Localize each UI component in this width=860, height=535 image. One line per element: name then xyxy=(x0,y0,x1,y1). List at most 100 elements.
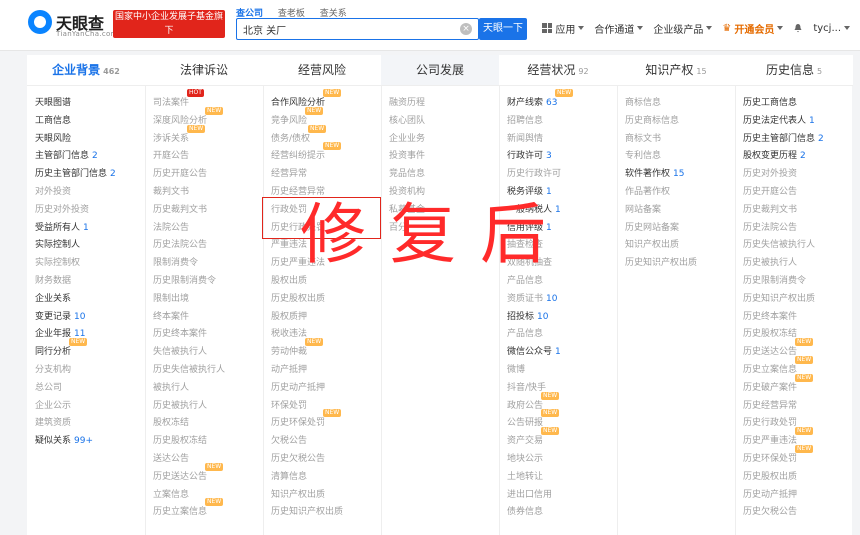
menu-item[interactable]: 进出口信用 xyxy=(507,487,617,505)
menu-item[interactable]: 限制出境 xyxy=(153,291,263,309)
menu-item[interactable]: 历史动产抵押 xyxy=(743,487,853,505)
menu-item[interactable]: 专利信息 xyxy=(625,148,735,166)
menu-item[interactable]: 地块公示 xyxy=(507,451,617,469)
menu-item[interactable]: 历史开庭公告 xyxy=(153,166,263,184)
search-input[interactable]: 北京 关厂 × xyxy=(236,18,479,40)
menu-item[interactable]: 历史限制消费令 xyxy=(153,273,263,291)
menu-item[interactable]: 抖音/快手 xyxy=(507,380,617,398)
menu-item[interactable]: 历史环保处罚 NEW xyxy=(271,409,381,433)
menu-item[interactable]: 主管部门信息 2 xyxy=(35,148,145,166)
logo[interactable]: 天眼查 TianYanCha.com xyxy=(28,10,117,42)
menu-item[interactable]: 产品信息 xyxy=(507,326,617,344)
menu-item[interactable]: 历史裁判文书 xyxy=(743,202,853,220)
menu-item[interactable]: 资质证书 10 xyxy=(507,291,617,309)
menu-item[interactable]: 裁判文书 xyxy=(153,184,263,202)
menu-item[interactable]: 新闻舆情 xyxy=(507,131,617,149)
nav-vip[interactable]: ♛ 开通会员 xyxy=(722,21,784,36)
menu-item[interactable]: 历史对外投资 xyxy=(35,202,145,220)
menu-item[interactable]: 历史裁判文书 xyxy=(153,202,263,220)
menu-item[interactable]: 企业关系 xyxy=(35,291,145,309)
menu-item[interactable]: 经营异常 xyxy=(271,166,381,184)
menu-item[interactable]: 行政许可 3 xyxy=(507,148,617,166)
menu-item[interactable]: 开庭公告 xyxy=(153,148,263,166)
menu-item[interactable]: 历史股权出质 xyxy=(743,469,853,487)
menu-item[interactable]: 历史网站备案 xyxy=(625,220,735,238)
search-button[interactable]: 天眼一下 xyxy=(479,18,527,40)
menu-item[interactable]: 软件著作权 15 xyxy=(625,166,735,184)
menu-item[interactable]: 欠税公告 xyxy=(271,433,381,451)
menu-item[interactable]: 清算信息 xyxy=(271,469,381,487)
menu-item[interactable]: 分支机构 xyxy=(35,362,145,380)
clear-icon[interactable]: × xyxy=(460,23,472,35)
column-header[interactable]: 知识产权 15 xyxy=(617,55,735,86)
menu-item[interactable]: 投资事件 xyxy=(389,148,499,166)
menu-item[interactable]: 历史开庭公告 xyxy=(743,184,853,202)
menu-item[interactable]: 历史股权冻结 xyxy=(153,433,263,451)
menu-item[interactable]: 同行分析 NEW xyxy=(35,338,145,362)
menu-item[interactable]: 实际控制人 xyxy=(35,237,145,255)
menu-item[interactable]: 合作风险分析 NEW xyxy=(271,89,381,113)
user-menu[interactable]: tycj... xyxy=(813,23,850,34)
menu-item[interactable]: 历史股权出质 xyxy=(271,291,381,309)
column-header[interactable]: 经营风险 xyxy=(263,55,381,86)
menu-item[interactable]: 股权变更历程 2 xyxy=(743,148,853,166)
menu-item[interactable]: 商标文书 xyxy=(625,131,735,149)
menu-item[interactable]: 股权质押 xyxy=(271,309,381,327)
menu-item[interactable]: 网站备案 xyxy=(625,202,735,220)
menu-item[interactable]: 天眼风险 xyxy=(35,131,145,149)
menu-item[interactable]: 法院公告 xyxy=(153,220,263,238)
menu-item[interactable]: 历史立案信息 NEW xyxy=(153,498,263,522)
menu-item[interactable]: 历史送达公告 NEW xyxy=(153,462,263,487)
menu-item[interactable]: 深度风险分析 NEW xyxy=(153,106,263,131)
menu-item[interactable]: 土地转让 xyxy=(507,469,617,487)
nav-enterprise[interactable]: 企业级产品 xyxy=(653,21,713,36)
column-header[interactable]: 历史信息 5 xyxy=(735,55,853,86)
menu-item[interactable]: 历史法院公告 xyxy=(743,220,853,238)
menu-item[interactable]: 历史知识产权出质 xyxy=(271,504,381,522)
menu-item[interactable]: 历史欠税公告 xyxy=(743,504,853,522)
menu-item[interactable]: 对外投资 xyxy=(35,184,145,202)
menu-item[interactable]: 历史知识产权出质 xyxy=(743,291,853,309)
menu-item[interactable]: 微信公众号 1 xyxy=(507,344,617,362)
menu-item[interactable]: 知识产权出质 xyxy=(271,487,381,505)
menu-item[interactable]: 融资历程 xyxy=(389,95,499,113)
menu-item[interactable]: 历史商标信息 xyxy=(625,113,735,131)
menu-item[interactable]: 产品信息 xyxy=(507,273,617,291)
menu-item[interactable]: 工商信息 xyxy=(35,113,145,131)
menu-item[interactable]: 历史被执行人 xyxy=(153,398,263,416)
menu-item[interactable]: 历史主管部门信息 2 xyxy=(743,131,853,149)
menu-item[interactable]: 失信被执行人 xyxy=(153,344,263,362)
menu-item[interactable]: 历史行政许可 xyxy=(507,166,617,184)
menu-item[interactable]: 建筑资质 xyxy=(35,415,145,433)
menu-item[interactable]: 历史法定代表人 1 xyxy=(743,113,853,131)
menu-item[interactable]: 企业年报 11 xyxy=(35,326,145,344)
menu-item[interactable]: 限制消费令 xyxy=(153,255,263,273)
menu-item[interactable]: 历史动产抵押 xyxy=(271,380,381,398)
nav-apps[interactable]: 应用 xyxy=(542,21,585,36)
menu-item[interactable]: 招投标 10 xyxy=(507,309,617,327)
menu-item[interactable]: 资产交易 NEW xyxy=(507,427,617,451)
menu-item[interactable]: 涉诉关系 NEW xyxy=(153,124,263,149)
menu-item[interactable]: 历史主管部门信息 2 xyxy=(35,166,145,184)
menu-item[interactable]: 动产抵押 xyxy=(271,362,381,380)
nav-channel[interactable]: 合作通道 xyxy=(594,21,644,36)
menu-item[interactable]: 总公司 xyxy=(35,380,145,398)
menu-item[interactable]: 被执行人 xyxy=(153,380,263,398)
menu-item[interactable]: 微博 xyxy=(507,362,617,380)
menu-item[interactable]: 公告研报 NEW xyxy=(507,409,617,433)
menu-item[interactable]: 历史失信被执行人 xyxy=(153,362,263,380)
menu-item[interactable]: 历史法院公告 xyxy=(153,237,263,255)
menu-item[interactable]: 作品著作权 xyxy=(625,184,735,202)
menu-item[interactable]: 股权出质 xyxy=(271,273,381,291)
menu-item[interactable]: 核心团队 xyxy=(389,113,499,131)
column-header[interactable]: 经营状况 92 xyxy=(499,55,617,86)
menu-item[interactable]: 历史欠税公告 xyxy=(271,451,381,469)
menu-item[interactable]: 历史终本案件 xyxy=(153,326,263,344)
menu-item[interactable]: 税收违法 xyxy=(271,326,381,344)
menu-item[interactable]: 历史限制消费令 xyxy=(743,273,853,291)
menu-item[interactable]: 变更记录 10 xyxy=(35,309,145,327)
menu-item[interactable]: 历史对外投资 xyxy=(743,166,853,184)
menu-item[interactable]: 历史经营异常 xyxy=(743,398,853,416)
menu-item[interactable]: 历史破产案件 NEW xyxy=(743,373,853,398)
menu-item[interactable]: 历史终本案件 xyxy=(743,309,853,327)
